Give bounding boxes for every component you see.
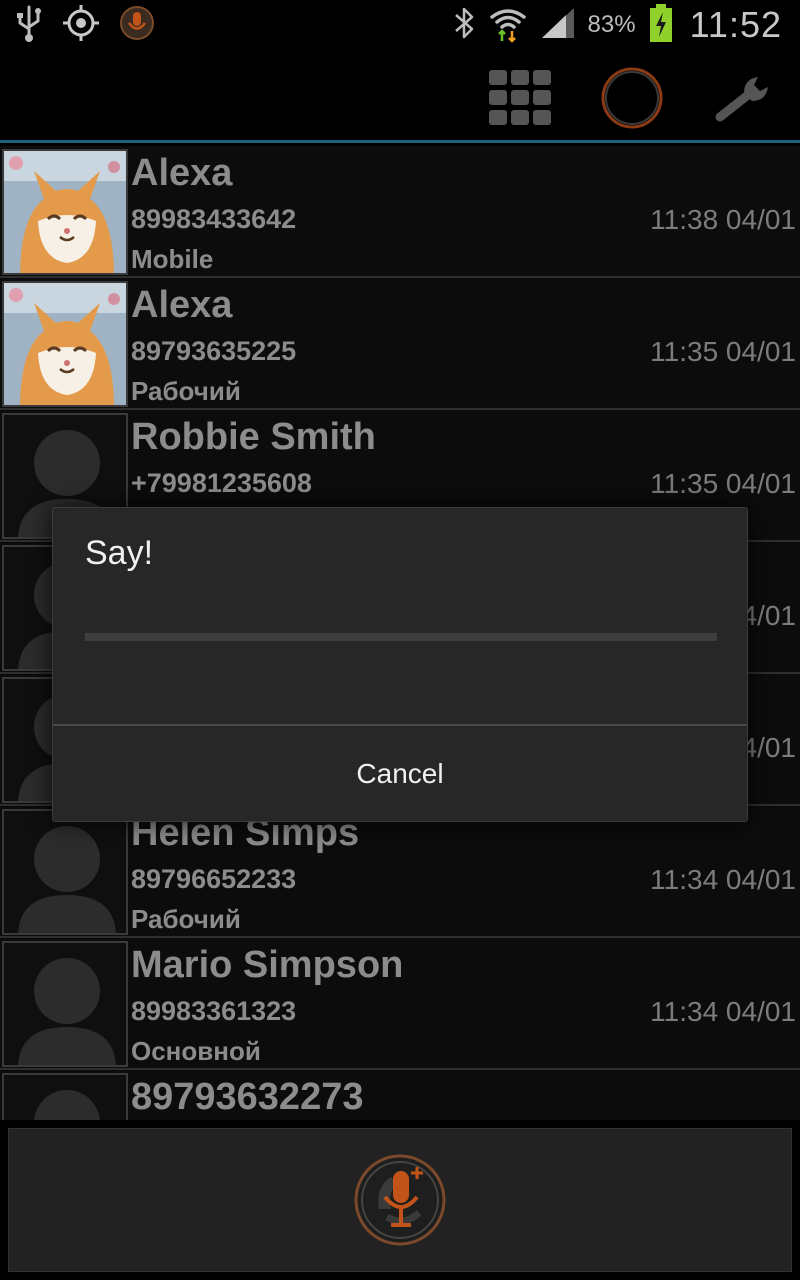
cancel-button[interactable]: Cancel xyxy=(53,726,747,822)
gps-icon xyxy=(62,4,100,47)
avatar xyxy=(2,149,128,275)
voice-level-bar xyxy=(85,633,717,641)
battery-percent: 83% xyxy=(587,11,636,38)
clock: 11:52 xyxy=(689,4,782,45)
dialpad-grid-icon xyxy=(489,69,551,131)
bluetooth-icon xyxy=(452,5,476,46)
avatar xyxy=(2,941,128,1067)
call-time: 11:35 04/01 xyxy=(650,468,796,499)
voice-dialog: Say! Cancel xyxy=(52,507,748,822)
status-right: 83% 11:52 xyxy=(452,0,782,50)
action-bar xyxy=(0,50,800,143)
avatar xyxy=(2,809,128,935)
wrench-settings-icon xyxy=(714,73,774,128)
phone-number: 89983361323 xyxy=(131,996,297,1026)
contact-name: Robbie Smith xyxy=(131,416,376,458)
bottom-panel xyxy=(8,1128,792,1272)
contact-name: Alexa xyxy=(131,152,233,194)
contact-name: 89793632273 xyxy=(131,1076,364,1118)
ring-circle-icon xyxy=(600,66,664,135)
voice-dial-mic-icon xyxy=(353,1153,447,1252)
phone-number: 89796652233 xyxy=(131,864,297,894)
call-row[interactable]: Alexa 89983433642 11:38 04/01 Mobile xyxy=(0,146,800,278)
usb-icon xyxy=(14,3,44,48)
call-row[interactable]: 89793632273 xyxy=(0,1070,800,1120)
voice-dial-button[interactable] xyxy=(353,1153,447,1252)
phone-number: 89983433642 xyxy=(131,204,297,234)
contact-name: Alexa xyxy=(131,284,233,326)
settings-button[interactable] xyxy=(712,68,776,132)
record-ring-button[interactable] xyxy=(600,66,664,135)
call-time: 11:35 04/01 xyxy=(650,336,796,367)
contact-name: Mario Simpson xyxy=(131,944,404,986)
signal-icon xyxy=(540,6,576,45)
call-time: 4/01 xyxy=(741,600,797,631)
avatar xyxy=(2,1073,128,1120)
call-row[interactable]: Mario Simpson 89983361323 11:34 04/01 Ос… xyxy=(0,938,800,1070)
call-time: 11:34 04/01 xyxy=(650,864,796,895)
phone-number: 89793635225 xyxy=(131,336,297,366)
status-left-icons xyxy=(14,4,156,46)
phone-number: +79981235608 xyxy=(131,468,312,498)
dialpad-button[interactable] xyxy=(488,68,552,132)
avatar xyxy=(2,281,128,407)
status-bar: 83% 11:52 xyxy=(0,0,800,50)
call-time: 11:34 04/01 xyxy=(650,996,796,1027)
call-time: 4/01 xyxy=(741,732,797,763)
number-type: Основной xyxy=(131,1036,261,1066)
call-time: 11:38 04/01 xyxy=(650,204,796,235)
wifi-icon xyxy=(488,3,528,48)
call-row[interactable]: Alexa 89793635225 11:35 04/01 Рабочий xyxy=(0,278,800,410)
number-type: Рабочий xyxy=(131,376,241,406)
app-notification-icon xyxy=(118,4,156,47)
number-type: Рабочий xyxy=(131,904,241,934)
battery-icon xyxy=(648,3,674,48)
dialog-title: Say! xyxy=(85,534,154,572)
number-type: Mobile xyxy=(131,244,214,274)
call-row[interactable]: Helen Simps 89796652233 11:34 04/01 Рабо… xyxy=(0,806,800,938)
